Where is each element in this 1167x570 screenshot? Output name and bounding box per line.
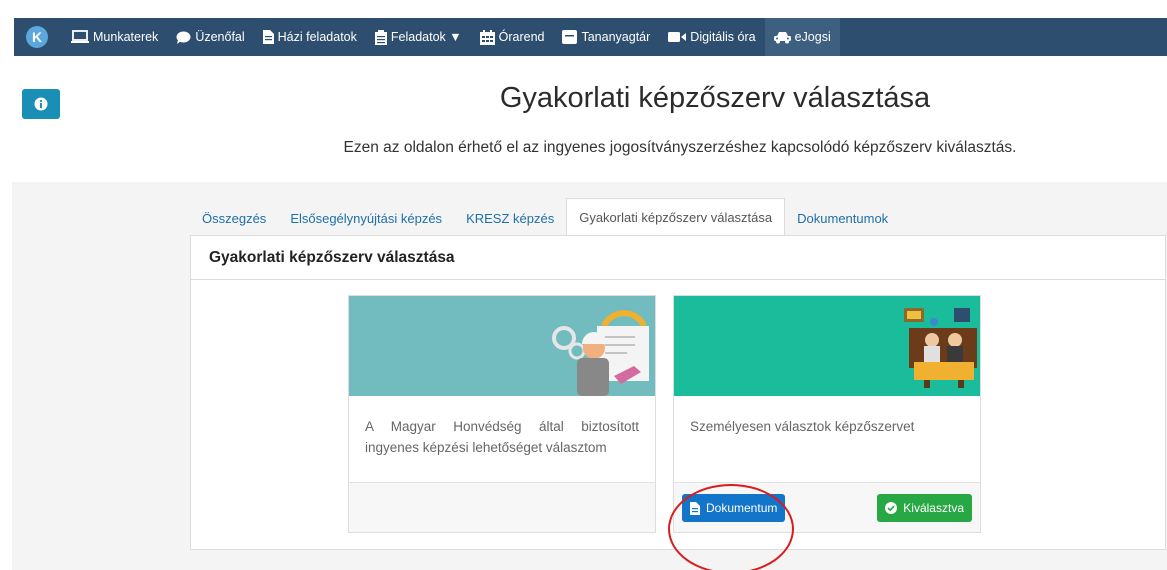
nav-label: Házi feladatok	[277, 30, 357, 44]
card-description: A Magyar Honvédség által biztosított ing…	[365, 419, 639, 455]
nav-item-orarend[interactable]: Órarend	[471, 18, 554, 56]
nav-label: Feladatok ▼	[390, 30, 462, 44]
card-footer	[349, 482, 655, 532]
navbar: K Munkaterek Üzenőfal Házi feladatok Fel…	[14, 18, 1167, 56]
tab-bar: Összegzés Elsősegélynyújtási képzés KRES…	[190, 198, 900, 236]
tab-gyakorlati[interactable]: Gyakorlati képzőszerv választása	[566, 198, 786, 236]
nav-item-hazi-feladatok[interactable]: Házi feladatok	[254, 18, 366, 56]
book-icon	[562, 30, 578, 44]
card-footer: Dokumentum Kiválasztva	[674, 482, 980, 532]
car-icon	[773, 31, 791, 43]
app-logo[interactable]: K	[26, 26, 48, 48]
card-description: Személyesen választok képzőszervet	[690, 419, 915, 434]
top-navigation: K Munkaterek Üzenőfal Házi feladatok Fel…	[0, 0, 1167, 70]
nav-label: Tananyagtár	[581, 30, 651, 44]
nav-item-feladatok[interactable]: Feladatok ▼	[366, 18, 471, 56]
video-icon	[668, 32, 687, 42]
check-circle-icon	[885, 502, 898, 514]
nav-item-uzenofal[interactable]: Üzenőfal	[167, 18, 253, 56]
nav-item-ejogsi[interactable]: eJogsi	[764, 18, 840, 56]
nav-item-munkaterek[interactable]: Munkaterek	[62, 18, 167, 56]
engineer-illustration	[552, 310, 649, 396]
option-card-honvedseg[interactable]: A Magyar Honvédség által biztosított ing…	[348, 295, 656, 533]
file-icon	[262, 30, 274, 44]
tab-osszegzes[interactable]: Összegzés	[190, 200, 278, 236]
info-icon	[34, 97, 48, 111]
tab-kresz[interactable]: KRESZ képzés	[454, 200, 566, 236]
info-button[interactable]	[22, 89, 60, 119]
comment-icon	[176, 31, 191, 44]
clipboard-icon	[374, 29, 387, 45]
document-button[interactable]: Dokumentum	[682, 494, 786, 522]
file-icon	[690, 501, 700, 515]
nav-label: Órarend	[498, 30, 545, 44]
laptop-icon	[71, 30, 89, 43]
nav-label: Üzenőfal	[195, 30, 245, 44]
nav-label: Munkaterek	[93, 30, 159, 44]
nav-label: eJogsi	[794, 30, 831, 44]
panel-heading: Gyakorlati képzőszerv választása	[191, 236, 1165, 280]
page-subtitle: Ezen az oldalon érhető el az ingyenes jo…	[343, 139, 1017, 156]
tab-dokumentumok[interactable]: Dokumentumok	[785, 200, 900, 236]
classroom-illustration	[904, 308, 977, 388]
calendar-icon	[479, 29, 495, 45]
option-card-szemelyes[interactable]: Személyesen választok képzőszervet Dokum…	[673, 295, 981, 533]
document-button-label: Dokumentum	[706, 501, 778, 515]
card-banner	[349, 296, 655, 396]
nav-label: Digitális óra	[690, 30, 756, 44]
tab-elsosegely[interactable]: Elsősegélynyújtási képzés	[278, 200, 454, 236]
page-title: Gyakorlati képzőszerv választása	[499, 82, 931, 114]
selected-button-label: Kiválasztva	[903, 501, 964, 515]
nav-item-tananyagtar[interactable]: Tananyagtár	[553, 18, 659, 56]
selected-button[interactable]: Kiválasztva	[877, 494, 972, 522]
nav-item-digitalis-ora[interactable]: Digitális óra	[659, 18, 764, 56]
card-banner	[674, 296, 980, 396]
